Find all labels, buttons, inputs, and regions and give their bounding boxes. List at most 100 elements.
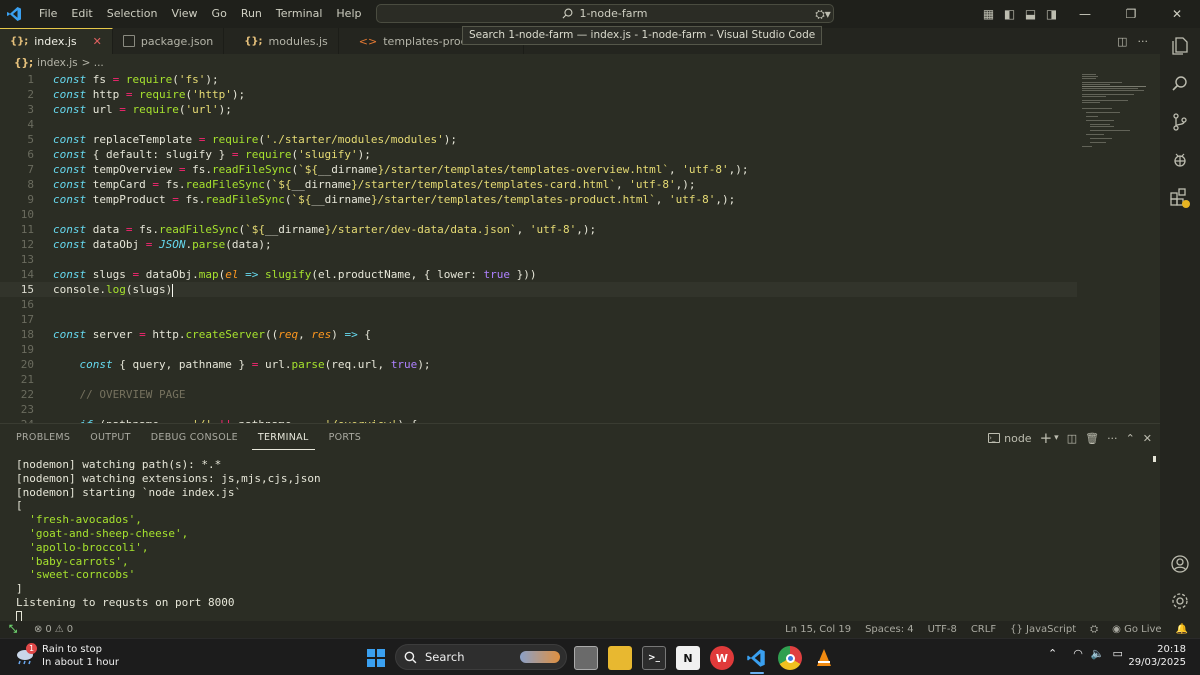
code-line-current[interactable]: 15 console.log(slugs) bbox=[0, 282, 1077, 297]
taskbar-search[interactable]: Search bbox=[395, 644, 567, 670]
tab-debug-console[interactable]: DEBUG CONSOLE bbox=[145, 424, 244, 452]
file-explorer-icon[interactable] bbox=[608, 646, 632, 670]
clock[interactable]: 20:18 29/03/2025 bbox=[1128, 643, 1186, 669]
copilot-icon[interactable]: ⛭▾ bbox=[808, 0, 838, 28]
close-window-icon[interactable]: ✕ bbox=[1154, 0, 1200, 28]
menu-go[interactable]: Go bbox=[205, 0, 234, 28]
vscode-app-icon[interactable] bbox=[744, 646, 768, 670]
menu-edit[interactable]: Edit bbox=[64, 0, 99, 28]
command-center-search[interactable]: 1-node-farm bbox=[376, 4, 834, 23]
tray-chevron-up-icon[interactable]: ⌃ bbox=[1048, 647, 1057, 660]
code-editor[interactable]: 1 const fs = require('fs'); 2 const http =… bbox=[0, 72, 1160, 423]
menu-help[interactable]: Help bbox=[329, 0, 368, 28]
code-line[interactable]: 8 const tempCard = fs.readFileSync(`${__d… bbox=[0, 177, 1077, 192]
code-line[interactable]: 21 bbox=[0, 372, 1077, 387]
new-terminal-icon[interactable]: + bbox=[1040, 429, 1053, 447]
language-mode[interactable]: {} JavaScript bbox=[1010, 624, 1076, 635]
settings-gear-icon[interactable] bbox=[1168, 589, 1192, 613]
breadcrumb-file[interactable]: index.js bbox=[37, 57, 77, 69]
tab-ports[interactable]: PORTS bbox=[323, 424, 367, 452]
code-line[interactable]: 9 const tempProduct = fs.readFileSync(`${… bbox=[0, 192, 1077, 207]
code-line[interactable]: 23 bbox=[0, 402, 1077, 417]
trash-icon[interactable]: 🗑 bbox=[1085, 432, 1099, 445]
code-line[interactable]: 10 bbox=[0, 207, 1077, 222]
more-actions-icon[interactable]: ··· bbox=[1138, 35, 1149, 48]
menu-file[interactable]: File bbox=[32, 0, 64, 28]
more-actions-icon[interactable]: ··· bbox=[1107, 432, 1118, 445]
terminal-name[interactable]: node bbox=[1004, 432, 1031, 445]
code-line[interactable]: 11 const data = fs.readFileSync(`${__dirn… bbox=[0, 222, 1077, 237]
battery-icon[interactable]: ▭ bbox=[1113, 647, 1123, 660]
menu-selection[interactable]: Selection bbox=[100, 0, 165, 28]
split-editor-icon[interactable]: ◫ bbox=[1117, 35, 1127, 48]
toggle-panel-icon[interactable]: ⬓ bbox=[1020, 0, 1041, 28]
terminal-app-icon[interactable]: >_ bbox=[642, 646, 666, 670]
tab-terminal[interactable]: TERMINAL bbox=[251, 427, 315, 450]
tab-index-js[interactable]: {}; index.js ✕ bbox=[0, 28, 113, 54]
weather-widget[interactable]: 1 Rain to stop In about 1 hour bbox=[14, 643, 119, 669]
code-line[interactable]: 7 const tempOverview = fs.readFileSync(`$… bbox=[0, 162, 1077, 177]
search-icon[interactable] bbox=[1168, 72, 1192, 96]
menu-terminal[interactable]: Terminal bbox=[269, 0, 330, 28]
chrome-icon[interactable] bbox=[778, 646, 802, 670]
toggle-secondary-sidebar-icon[interactable]: ◨ bbox=[1041, 0, 1062, 28]
code-line[interactable]: 5 const replaceTemplate = require('./star… bbox=[0, 132, 1077, 147]
terminal-output[interactable]: [nodemon] watching path(s): *.* [nodemon]… bbox=[16, 458, 321, 623]
toggle-sidebar-icon[interactable]: ◧ bbox=[999, 0, 1020, 28]
encoding[interactable]: UTF-8 bbox=[928, 624, 957, 635]
code-line[interactable]: 16 bbox=[0, 297, 1077, 312]
wps-office-icon[interactable]: W bbox=[710, 646, 734, 670]
tab-package-json[interactable]: package.json bbox=[113, 28, 225, 54]
remote-icon[interactable]: ⤡ bbox=[0, 621, 26, 638]
task-view-icon[interactable] bbox=[574, 646, 598, 670]
code-line[interactable]: 22 // OVERVIEW PAGE bbox=[0, 387, 1077, 402]
code-line[interactable]: 3 const url = require('url'); bbox=[0, 102, 1077, 117]
code-line[interactable]: 12 const dataObj = JSON.parse(data); bbox=[0, 237, 1077, 252]
run-debug-icon[interactable] bbox=[1168, 148, 1192, 172]
vlc-icon[interactable] bbox=[812, 646, 836, 670]
chevron-down-icon[interactable]: ▾ bbox=[1054, 433, 1059, 443]
notion-icon[interactable]: N bbox=[676, 646, 700, 670]
breadcrumb-rest[interactable]: > ... bbox=[82, 57, 104, 69]
account-icon[interactable] bbox=[1168, 552, 1192, 576]
copilot-status-icon[interactable]: ⛭ bbox=[1090, 624, 1098, 635]
split-terminal-icon[interactable]: ◫ bbox=[1067, 432, 1077, 445]
tab-modules-js[interactable]: {}; modules.js bbox=[224, 28, 339, 54]
code-line[interactable]: 13 bbox=[0, 252, 1077, 267]
go-live[interactable]: ◉ Go Live bbox=[1112, 624, 1161, 635]
problems-status[interactable]: ⊗ 0 ⚠ 0 bbox=[34, 624, 73, 635]
tab-output[interactable]: OUTPUT bbox=[84, 424, 137, 452]
notifications-bell-icon[interactable]: 🔔 bbox=[1176, 624, 1188, 635]
maximize-panel-icon[interactable]: ⌃ bbox=[1126, 432, 1135, 445]
restore-icon[interactable]: ❐ bbox=[1108, 0, 1154, 28]
close-tab-icon[interactable]: ✕ bbox=[93, 35, 102, 48]
minimize-icon[interactable]: — bbox=[1062, 0, 1108, 28]
terminal-scrollbar[interactable] bbox=[1153, 456, 1156, 462]
code-line[interactable]: 17 bbox=[0, 312, 1077, 327]
js-file-icon: {}; bbox=[244, 35, 263, 47]
customize-layout-icon[interactable]: ▦ bbox=[978, 0, 999, 28]
wifi-icon[interactable]: ◠ bbox=[1073, 647, 1083, 660]
code-line[interactable]: 1 const fs = require('fs'); bbox=[0, 72, 1077, 87]
code-line[interactable]: 19 bbox=[0, 342, 1077, 357]
windows-start-icon[interactable] bbox=[364, 646, 388, 670]
code-line[interactable]: 2 const http = require('http'); bbox=[0, 87, 1077, 102]
code-line[interactable]: 20 const { query, pathname } = url.parse… bbox=[0, 357, 1077, 372]
code-line[interactable]: 18 const server = http.createServer((req,… bbox=[0, 327, 1077, 342]
tab-problems[interactable]: PROBLEMS bbox=[10, 424, 76, 452]
extensions-icon[interactable] bbox=[1168, 186, 1192, 210]
minimap[interactable] bbox=[1080, 72, 1155, 152]
end-of-line[interactable]: CRLF bbox=[971, 624, 996, 635]
source-control-icon[interactable] bbox=[1168, 110, 1192, 134]
volume-icon[interactable]: 🔈 bbox=[1091, 647, 1105, 660]
menu-view[interactable]: View bbox=[164, 0, 204, 28]
cursor-position[interactable]: Ln 15, Col 19 bbox=[785, 624, 851, 635]
menu-run[interactable]: Run bbox=[234, 0, 269, 28]
code-line[interactable]: 4 bbox=[0, 117, 1077, 132]
code-line[interactable]: 6 const { default: slugify } = require('s… bbox=[0, 147, 1077, 162]
explorer-icon[interactable] bbox=[1168, 34, 1192, 58]
close-panel-icon[interactable]: ✕ bbox=[1143, 432, 1152, 445]
code-line[interactable]: 14 const slugs = dataObj.map(el => slugif… bbox=[0, 267, 1077, 282]
braces-icon: {} bbox=[1010, 624, 1023, 635]
indentation[interactable]: Spaces: 4 bbox=[865, 624, 914, 635]
